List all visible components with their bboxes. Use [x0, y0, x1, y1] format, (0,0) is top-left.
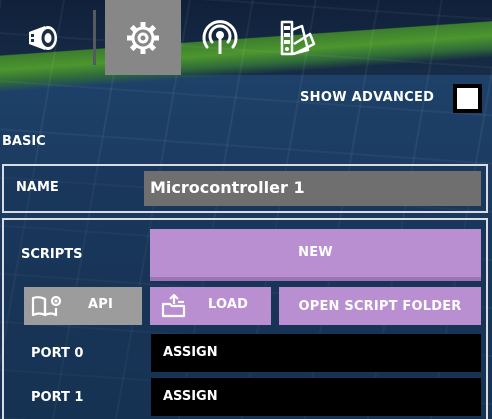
- port-0-label: PORT 0: [31, 346, 84, 361]
- show-advanced-checkbox[interactable]: [453, 84, 482, 113]
- show-advanced-label: SHOW ADVANCED: [300, 90, 435, 105]
- folder-upload-icon: [161, 293, 186, 318]
- port-1-assign-field[interactable]: ASSIGN: [151, 378, 481, 416]
- name-input[interactable]: Microcontroller 1: [144, 171, 481, 206]
- load-label: LOAD: [208, 297, 249, 312]
- load-button[interactable]: LOAD: [150, 287, 271, 325]
- new-script-label: NEW: [298, 245, 333, 260]
- book-icon: [31, 295, 62, 317]
- port-0-value: ASSIGN: [163, 345, 218, 360]
- toolbar-separator: [93, 10, 96, 65]
- tab-wheel[interactable]: [5, 0, 81, 75]
- port-0-assign-field[interactable]: ASSIGN: [151, 334, 481, 372]
- tab-antenna[interactable]: [182, 0, 258, 75]
- open-script-folder-button[interactable]: OPEN SCRIPT FOLDER: [279, 287, 481, 325]
- tab-settings[interactable]: [105, 0, 181, 75]
- wheel-icon: [29, 25, 57, 50]
- api-button[interactable]: API: [24, 287, 142, 325]
- gear-icon: [127, 21, 159, 54]
- antenna-icon: [202, 19, 238, 54]
- scripts-label: SCRIPTS: [21, 247, 83, 262]
- port-1-value: ASSIGN: [163, 389, 218, 404]
- tab-colors[interactable]: [259, 0, 335, 75]
- color-palette-icon: [280, 20, 316, 55]
- name-label: NAME: [16, 180, 59, 195]
- new-script-button[interactable]: NEW: [150, 229, 481, 281]
- basic-section-title: BASIC: [2, 134, 46, 149]
- open-script-folder-label: OPEN SCRIPT FOLDER: [298, 298, 462, 314]
- toolbar: [0, 0, 330, 75]
- checkbox-box: [457, 88, 478, 109]
- port-1-label: PORT 1: [31, 390, 84, 405]
- api-label: API: [88, 297, 114, 312]
